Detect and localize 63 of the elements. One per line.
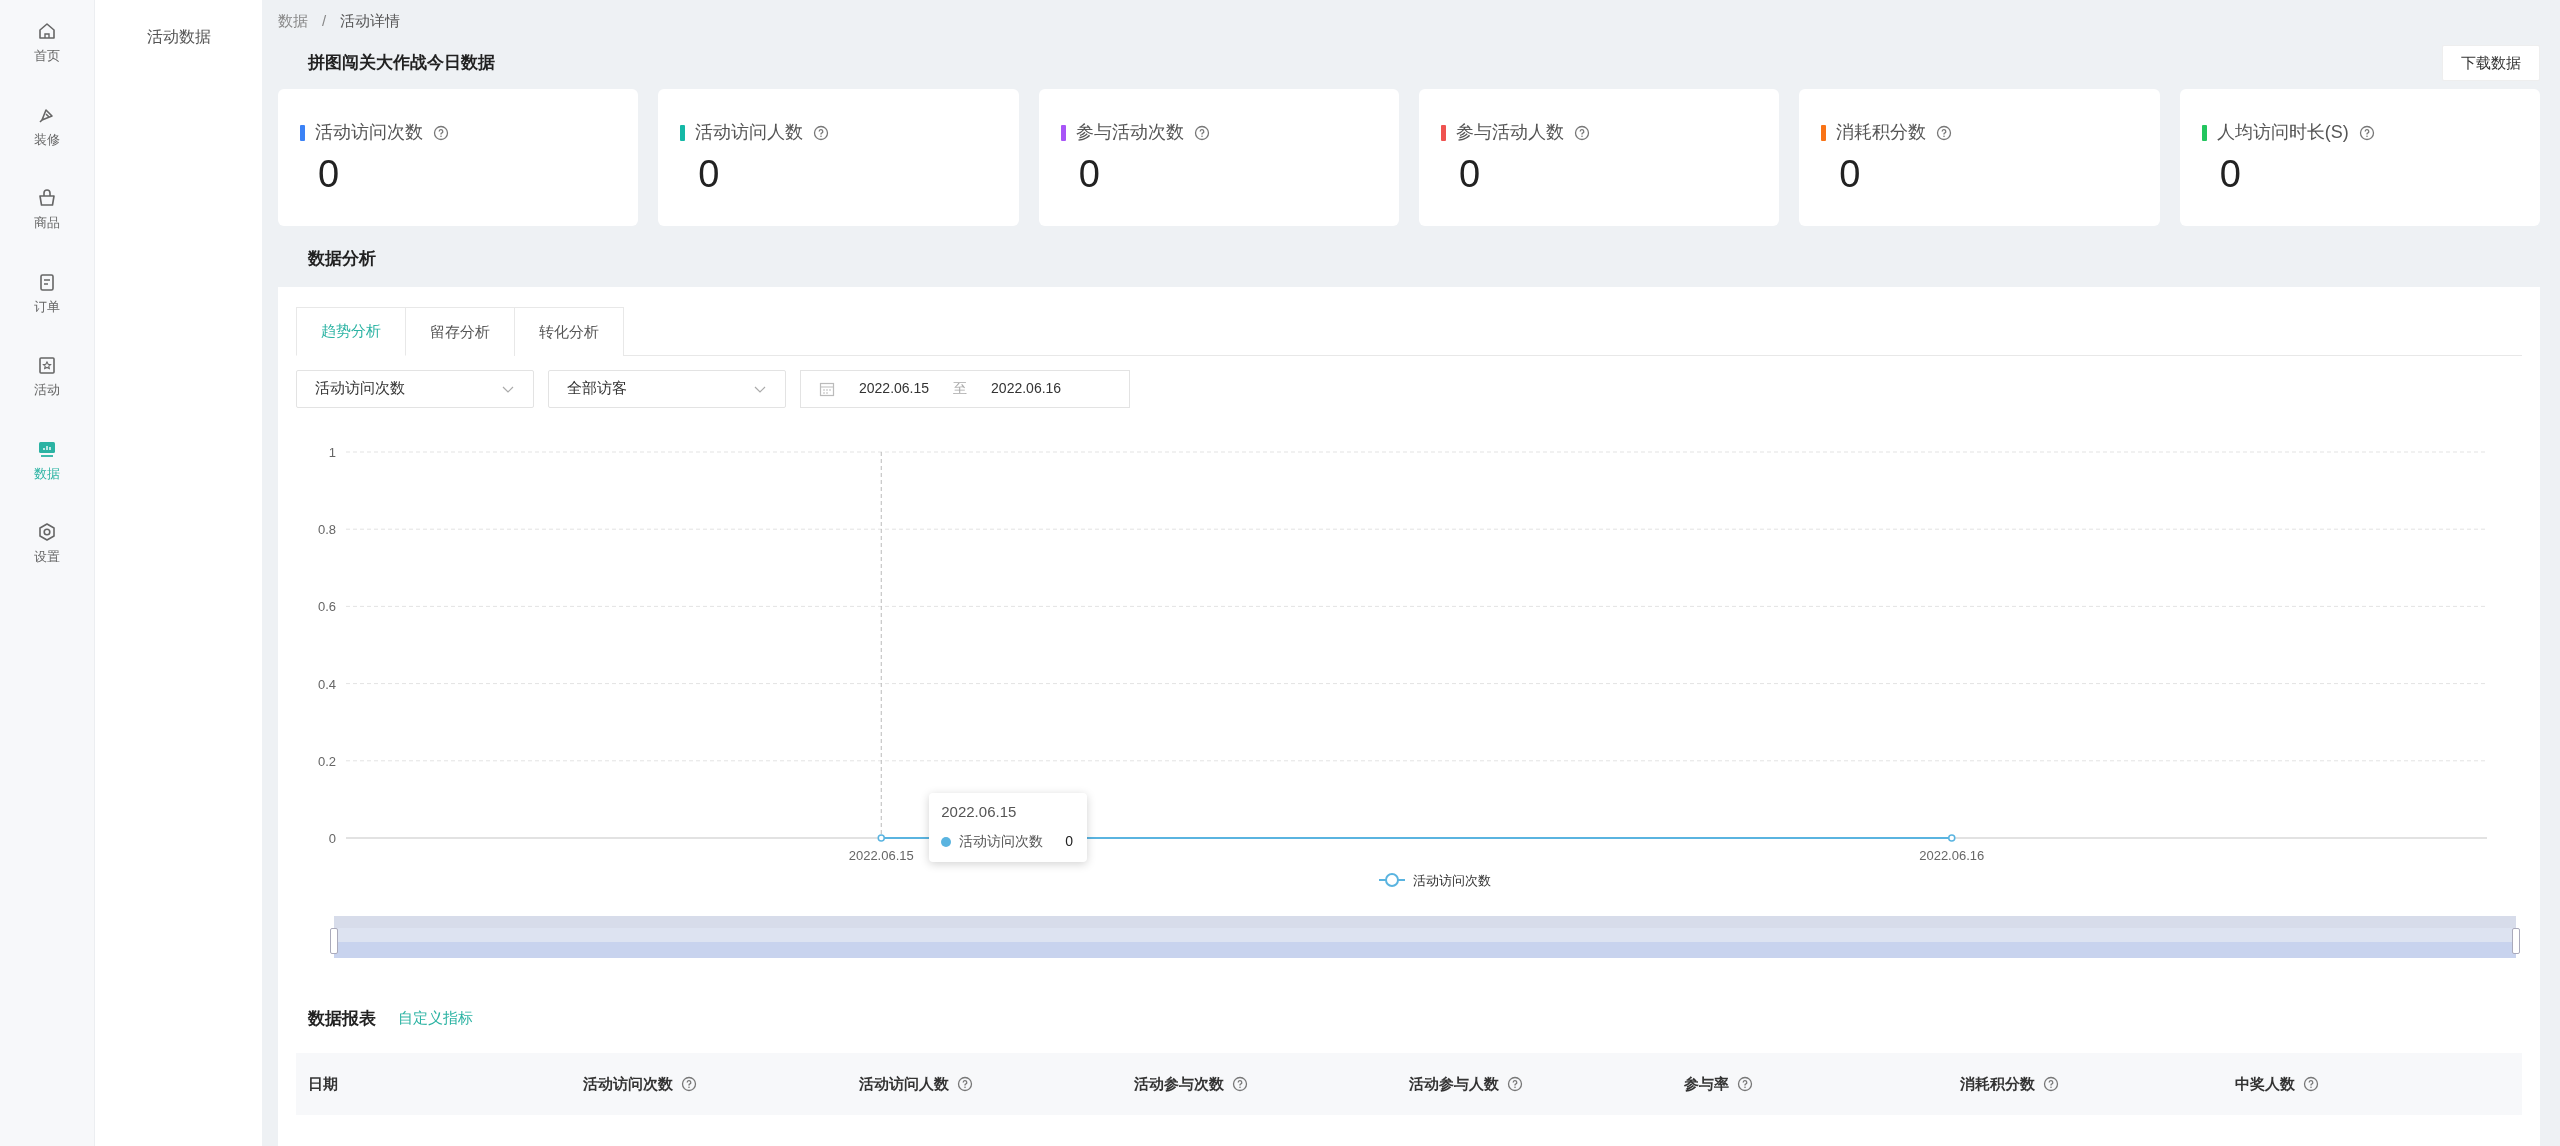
axis-label: 0.8 [317,521,336,537]
star-ticket-icon [36,354,58,376]
help-icon [2358,124,2375,141]
axis-label: 0.6 [317,599,336,614]
help-icon [813,124,830,141]
breadcrumb-item: 活动详情 [340,11,401,31]
axis-label: 0.4 [317,676,336,692]
stat-value: 0 [1459,153,1481,195]
nav-item[interactable]: 活动 [34,354,60,400]
axis-label: 2022.06.15 [848,847,914,863]
data-point [1948,833,1956,842]
data-point [877,833,885,842]
section-title: 数据分析 [308,248,376,268]
column-header: 日期 [308,1073,338,1094]
stat-label: 参与活动次数 [1075,121,1184,144]
nav-item[interactable]: 订单 [34,270,60,316]
help-icon [1574,124,1590,141]
stat-label: 活动访问次数 [315,121,423,144]
legend-icon [1378,872,1406,887]
stat-value: 0 [2219,153,2241,195]
tooltip: 2022.06.15 活动访问次数 0 [929,792,1088,863]
dropdown[interactable]: 活动访问次数 [296,369,534,408]
stat-value: 0 [1078,153,1100,195]
stat-value: 0 [1839,153,1861,195]
help-icon [433,124,449,141]
nav-item[interactable]: 商品 [34,187,60,233]
axis-label: 0 [328,830,336,846]
stat-value: 0 [318,153,340,195]
column-header: 活动访问次数 [583,1073,674,1094]
gear-icon [36,521,58,543]
stat-label: 人均访问时长(S) [2216,121,2349,144]
tab[interactable]: 转化分析 [515,307,624,356]
home-icon [36,20,58,42]
column-header: 活动参与次数 [1133,1073,1224,1094]
column-header: 活动访问人数 [858,1073,949,1094]
breadcrumb-separator: / [322,11,327,31]
axis-label: 0.2 [317,753,336,769]
page-title: 拼图闯关大作战今日数据 [306,52,495,74]
column-header: 活动参与人数 [1409,1073,1499,1094]
nav-item[interactable]: 首页 [34,20,60,66]
calendar-icon [819,380,835,397]
axis-label: 1 [328,444,336,460]
stat-value: 0 [698,153,720,195]
stat-label: 参与活动人数 [1456,121,1564,144]
help-icon [1193,124,1210,141]
help-icon [1936,124,1953,141]
tab[interactable]: 留存分析 [406,307,515,356]
column-header: 参与率 [1684,1073,1730,1094]
basket-icon [36,187,58,209]
legend-label: 活动访问次数 [1413,872,1491,888]
stat-label: 活动访问人数 [695,121,804,144]
section-title: 数据报表 [308,1007,376,1030]
axis-label: 2022.06.16 [1919,847,1985,863]
menu-item[interactable]: 活动数据 [140,24,217,50]
nav-item[interactable]: 装修 [34,103,60,149]
nav-item[interactable]: 设置 [34,521,60,567]
column-header: 消耗积分数 [1959,1073,2035,1094]
breadcrumb-item[interactable]: 数据 [278,10,308,33]
download-button[interactable]: 下载数据 [2442,44,2540,81]
column-header: 中奖人数 [2234,1073,2295,1094]
dropdown[interactable]: 全部访客 [548,369,786,408]
stat-label: 消耗积分数 [1836,121,1927,144]
date-range-field[interactable]: 2022.06.15 至 2022.06.16 [800,369,1130,408]
